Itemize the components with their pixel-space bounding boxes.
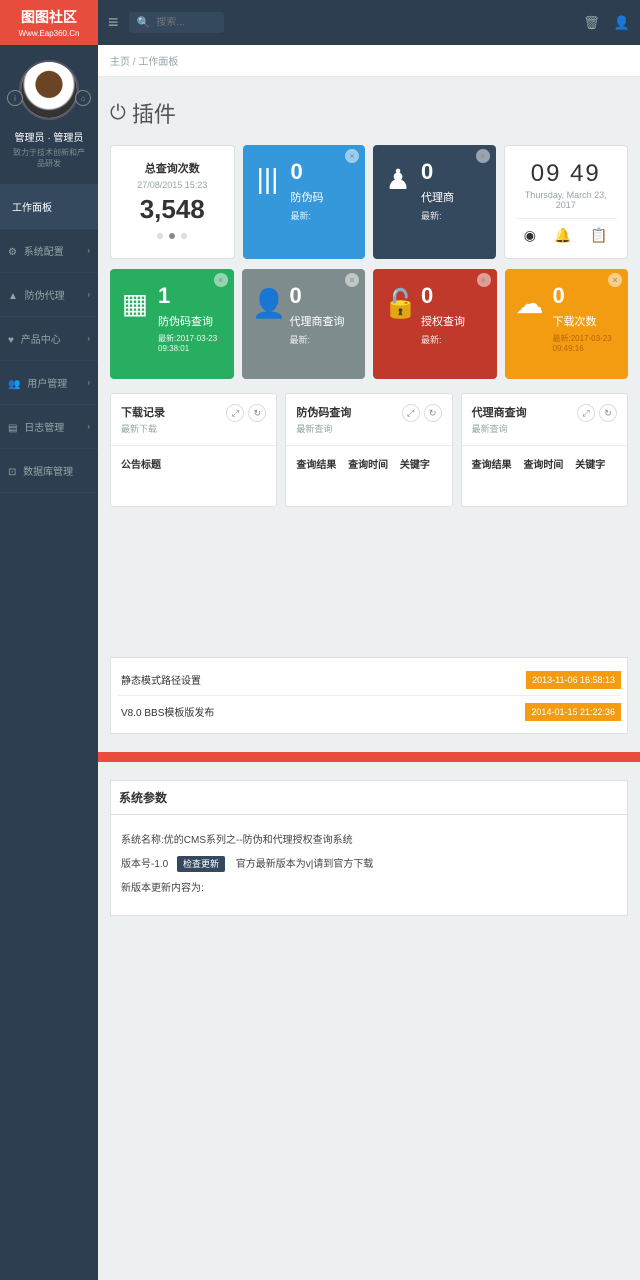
qr-icon: ▦	[120, 287, 150, 320]
chevron-right-icon: ›	[87, 334, 90, 343]
home-icon[interactable]: ⌂	[75, 90, 91, 106]
announcement-title[interactable]: V8.0 BBS模板版发布	[117, 700, 517, 723]
sidebar-item[interactable]: ▲ 防伪代理›	[0, 273, 98, 317]
down-card[interactable]: × ☁ 0 下载次数 最新:2017-03-23 09:49:16	[505, 269, 629, 379]
close-icon[interactable]: ×	[608, 273, 622, 287]
sidebar-item[interactable]: ⚙ 系统配置›	[0, 229, 98, 273]
expand-icon[interactable]: ⤢	[226, 404, 244, 422]
sys-params-body: 系统名称:优的CMS系列之--防伪和代理授权查询系统 版本号-1.0 检查更新 …	[110, 815, 628, 916]
search-input[interactable]	[156, 17, 216, 28]
nav-icon: ♥	[8, 335, 14, 346]
sidebar-item[interactable]: ▤ 日志管理›	[0, 405, 98, 449]
trash-icon[interactable]: 🗑	[583, 15, 600, 31]
chevron-right-icon: ›	[87, 378, 90, 387]
chevron-right-icon: ›	[87, 246, 90, 255]
breadcrumb: 主页 / 工作面板	[98, 45, 640, 77]
power-icon: ⏻	[110, 102, 126, 125]
nav-icon: ⊡	[8, 467, 16, 478]
refresh-icon[interactable]: ↻	[248, 404, 266, 422]
calendar-icon[interactable]: 📋	[590, 227, 607, 244]
download-icon: ☁	[515, 287, 545, 320]
expand-icon[interactable]: ⤢	[402, 404, 420, 422]
announcement-row: V8.0 BBS模板版发布 2014-01-15 21:22:36	[117, 695, 621, 727]
close-icon[interactable]: ×	[214, 273, 228, 287]
barcode-icon: |||	[253, 163, 283, 195]
sidebar-nav: 工作面板⚙ 系统配置›▲ 防伪代理›♥ 产品中心›👥 用户管理›▤ 日志管理›⊡…	[0, 185, 98, 1280]
logo: 图图社区 Www.Eap360.Cn	[0, 0, 98, 45]
clock-icon[interactable]: ◉	[524, 227, 536, 244]
sidebar-item[interactable]: ♥ 产品中心›	[0, 317, 98, 361]
auth-card[interactable]: × 🔓 0 授权查询 最新:	[373, 269, 497, 379]
sidebar-item[interactable]: 工作面板	[0, 185, 98, 229]
expand-icon[interactable]: ⤢	[577, 404, 595, 422]
user-icon[interactable]: 👤	[614, 15, 630, 31]
page-title: ⏻ 插件	[110, 97, 628, 129]
refresh-icon[interactable]: ↻	[599, 404, 617, 422]
check-update-button[interactable]: 检查更新	[177, 856, 225, 872]
chevron-right-icon: ›	[87, 422, 90, 431]
fwq-card[interactable]: × ▦ 1 防伪码查询 最新:2017-03-23 09:38:01	[110, 269, 234, 379]
info-icon[interactable]: i	[7, 90, 23, 106]
download-panel: 下载记录 最新下载 ⤢ ↻ 公告标题	[110, 393, 277, 507]
close-icon[interactable]: ×	[345, 149, 359, 163]
announcements: 静态模式路径设置 2013-11-06 16:58:13 V8.0 BBS模板版发布…	[110, 657, 628, 734]
sidebar-item[interactable]: ⊡ 数据库管理	[0, 449, 98, 493]
person-icon: ♟	[383, 163, 413, 196]
user-profile: i ⌂ 管理员 · 管理员 致力于技术创新和产品研发	[0, 45, 98, 185]
sidebar-item[interactable]: 👥 用户管理›	[0, 361, 98, 405]
user-name: 管理员 · 管理员	[10, 129, 88, 144]
bell-icon[interactable]: 🔔	[554, 227, 571, 244]
fwq-panel: 防伪码查询 最新查询 ⤢ ↻ 查询结果 查询时间 关键字	[285, 393, 452, 507]
sys-params-head: 系统参数	[110, 780, 628, 815]
search-icon: 🔍	[137, 16, 151, 29]
announcement-time: 2013-11-06 16:58:13	[526, 671, 621, 689]
agq-card[interactable]: × 👤 0 代理商查询 最新:	[242, 269, 366, 379]
agent-card[interactable]: × ♟ 0 代理商 最新:	[373, 145, 496, 259]
chevron-right-icon: ›	[87, 290, 90, 299]
topbar: ≡ 🔍 🗑 👤	[98, 0, 640, 45]
announcement-row: 静态模式路径设置 2013-11-06 16:58:13	[117, 664, 621, 695]
user-icon: 👤	[252, 287, 282, 320]
divider-bar	[98, 752, 640, 762]
stat-card: 总查询次数 27/08/2015 15:23 3,548	[110, 145, 235, 259]
fw-card[interactable]: × ||| 0 防伪码 最新:	[243, 145, 366, 259]
announcement-time: 2014-01-15 21:22:36	[525, 703, 621, 721]
close-icon[interactable]: ×	[345, 273, 359, 287]
close-icon[interactable]: ×	[477, 273, 491, 287]
user-sub: 致力于技术创新和产品研发	[10, 147, 88, 169]
refresh-icon[interactable]: ↻	[424, 404, 442, 422]
avatar[interactable]	[19, 60, 79, 120]
agq-panel: 代理商查询 最新查询 ⤢ ↻ 查询结果 查询时间 关键字	[461, 393, 628, 507]
close-icon[interactable]: ×	[476, 149, 490, 163]
nav-icon: ▤	[8, 423, 17, 434]
announcement-title[interactable]: 静态模式路径设置	[117, 668, 518, 691]
search-box[interactable]: 🔍	[129, 12, 225, 33]
nav-icon: ▲	[8, 291, 18, 302]
nav-icon: 👥	[8, 379, 20, 390]
menu-toggle-icon[interactable]: ≡	[108, 12, 119, 33]
lock-icon: 🔓	[383, 287, 413, 320]
nav-icon: ⚙	[8, 247, 17, 258]
clock-card: 09 49 Thursday, March 23, 2017 ◉ 🔔 📋	[504, 145, 629, 259]
